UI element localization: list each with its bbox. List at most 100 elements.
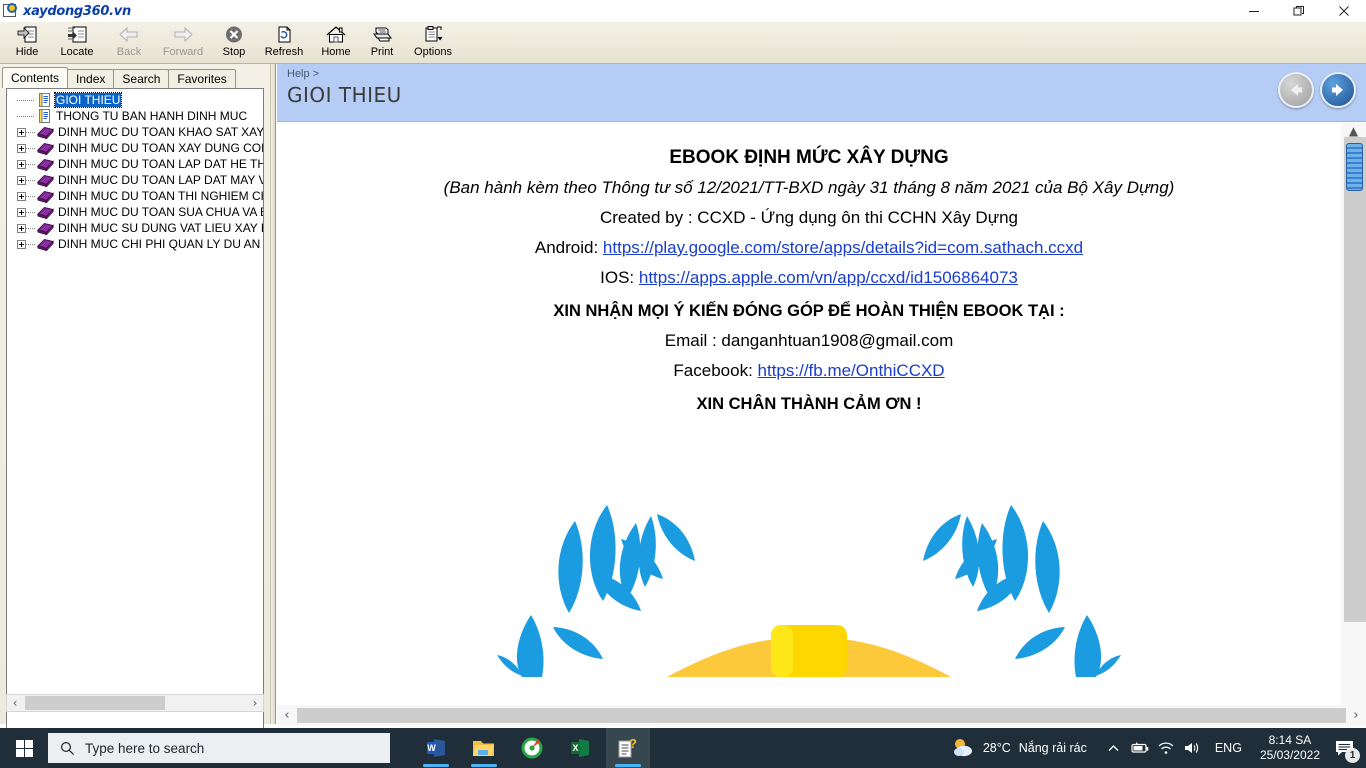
language-indicator[interactable]: ENG	[1205, 741, 1252, 755]
scroll-left-button[interactable]: ‹	[277, 708, 297, 723]
tree-item-label: DINH MUC CHI PHI QUAN LY DU AN VA TU VAN	[58, 237, 263, 251]
created-by-line: Created by : CCXD - Ứng dụng ôn thi CCHN…	[599, 208, 1019, 227]
tree-item-vat-lieu[interactable]: DINH MUC SU DUNG VAT LIEU XAY DUNG	[7, 220, 263, 236]
system-tray: 28°C Nắng rải rác ENG 8:14 SA 25/03/2022…	[951, 728, 1366, 768]
ios-label: IOS:	[600, 268, 639, 287]
tree-item-sua-chua[interactable]: DINH MUC DU TOAN SUA CHUA VA BAO DUONG	[7, 204, 263, 220]
stop-button[interactable]: Stop	[212, 22, 256, 62]
navigation-tabs: Contents Index Search Favorites	[2, 67, 236, 88]
locate-button[interactable]: Locate	[50, 22, 104, 62]
tree-line	[26, 147, 35, 149]
wifi-icon[interactable]	[1153, 728, 1179, 768]
hide-button-label: Hide	[15, 46, 39, 58]
android-store-link[interactable]: https://play.google.com/store/apps/detai…	[603, 238, 1083, 257]
ios-store-link[interactable]: https://apps.apple.com/vn/app/ccxd/id150…	[639, 268, 1018, 287]
forward-arrow-button[interactable]	[1320, 72, 1356, 108]
tree-line	[26, 163, 35, 165]
tree-line	[17, 115, 35, 117]
tree-horizontal-scrollbar[interactable]: ‹ ›	[6, 694, 264, 712]
tree-item-xay-dung-cong-trinh[interactable]: DINH MUC DU TOAN XAY DUNG CONG TRINH	[7, 140, 263, 156]
expand-icon[interactable]	[17, 191, 26, 201]
word-taskbar-icon[interactable]: W	[414, 728, 458, 768]
tree-line	[26, 227, 35, 229]
help-viewer-taskbar-icon[interactable]: ?	[606, 728, 650, 768]
expand-icon[interactable]	[17, 175, 26, 185]
forward-button[interactable]: Forward	[154, 22, 212, 62]
tree-item-thong-tu[interactable]: THONG TU BAN HANH DINH MUC	[7, 108, 263, 124]
arrow-right-icon	[172, 25, 194, 45]
forward-button-label: Forward	[162, 46, 204, 58]
scrollbar-thumb[interactable]	[1346, 143, 1363, 191]
expand-icon[interactable]	[17, 143, 26, 153]
topic-vertical-scrollbar[interactable]: ▲ ▼	[1341, 123, 1366, 724]
book-icon	[37, 141, 54, 156]
contents-tree[interactable]: GIOI THIEU THONG TU BAN HANH DINH MUC DI…	[6, 88, 264, 760]
hide-panel-icon	[16, 25, 38, 45]
expand-icon[interactable]	[17, 223, 26, 233]
ebook-subheading: (Ban hành kèm theo Thông tư số 12/2021/T…	[443, 178, 1175, 197]
tree-item-quan-ly-du-an[interactable]: DINH MUC CHI PHI QUAN LY DU AN VA TU VAN	[7, 236, 263, 252]
help-toolbar: Hide Locate Back Forward Stop Refresh Ho…	[0, 22, 1366, 64]
maximize-button[interactable]	[1276, 0, 1321, 22]
scroll-right-button[interactable]: ›	[1346, 708, 1366, 723]
scrollbar-thumb[interactable]	[25, 696, 165, 710]
tree-item-label: DINH MUC DU TOAN XAY DUNG CONG TRINH	[58, 141, 263, 155]
navigation-pane: Contents Index Search Favorites GIOI THI	[0, 64, 270, 760]
expand-icon[interactable]	[17, 207, 26, 217]
running-indicator	[471, 764, 497, 767]
expand-icon[interactable]	[17, 159, 26, 169]
tree-item-gioi-thieu[interactable]: GIOI THIEU	[7, 92, 263, 108]
pane-splitter[interactable]	[270, 64, 276, 724]
hide-button[interactable]: Hide	[4, 22, 50, 62]
tree-item-label: THONG TU BAN HANH DINH MUC	[56, 109, 248, 123]
partly-cloudy-icon	[953, 739, 972, 757]
expand-icon[interactable]	[17, 127, 26, 137]
volume-icon[interactable]	[1179, 728, 1205, 768]
windows-logo-icon	[15, 739, 33, 757]
tab-favorites[interactable]: Favorites	[168, 69, 236, 88]
tree-item-label: DINH MUC SU DUNG VAT LIEU XAY DUNG	[58, 221, 263, 235]
tree-item-thi-nghiem[interactable]: DINH MUC DU TOAN THI NGHIEM CHUYEN NGANH	[7, 188, 263, 204]
taskbar-search-box[interactable]: Type here to search	[48, 733, 390, 763]
tree-item-label: DINH MUC DU TOAN KHAO SAT XAY DUNG	[58, 125, 264, 139]
disc-app-taskbar-icon[interactable]	[510, 728, 554, 768]
home-button[interactable]: Home	[312, 22, 360, 62]
tab-contents-label: Contents	[11, 71, 60, 85]
refresh-button[interactable]: Refresh	[256, 22, 312, 62]
tab-index[interactable]: Index	[67, 69, 115, 88]
facebook-link[interactable]: https://fb.me/OnthiCCXD	[758, 361, 945, 380]
battery-icon[interactable]	[1127, 728, 1153, 768]
excel-taskbar-icon[interactable]: X	[558, 728, 602, 768]
scrollbar-thumb[interactable]	[297, 708, 1346, 723]
tab-search-label: Search	[122, 72, 161, 86]
scroll-left-button[interactable]: ‹	[7, 695, 23, 711]
expand-icon[interactable]	[17, 239, 26, 249]
tab-search[interactable]: Search	[113, 69, 170, 88]
topic-horizontal-scrollbar[interactable]: ‹ ›	[277, 705, 1366, 726]
clock-time: 8:14 SA	[1268, 733, 1312, 747]
book-icon	[37, 125, 54, 140]
scroll-right-button[interactable]: ›	[247, 695, 263, 711]
topic-header: Help > GIOI THIEU	[277, 64, 1366, 122]
locate-icon	[66, 25, 88, 45]
clock-date: 25/03/2022	[1259, 748, 1320, 762]
notification-center-button[interactable]: 1	[1328, 728, 1362, 768]
back-arrow-button[interactable]	[1278, 72, 1314, 108]
print-button[interactable]: Print	[360, 22, 404, 62]
tree-line	[26, 131, 35, 133]
android-label: Android:	[534, 238, 603, 257]
clock[interactable]: 8:14 SA 25/03/2022	[1252, 733, 1328, 763]
show-hidden-icons-button[interactable]	[1101, 728, 1127, 768]
tree-item-khao-sat[interactable]: DINH MUC DU TOAN KHAO SAT XAY DUNG	[7, 124, 263, 140]
tree-item-he-thong-ky-thuat[interactable]: DINH MUC DU TOAN LAP DAT HE THONG KY THU…	[7, 156, 263, 172]
close-button[interactable]	[1321, 0, 1366, 22]
options-button[interactable]: Options	[404, 22, 462, 62]
tree-item-may-va-thiet-bi[interactable]: DINH MUC DU TOAN LAP DAT MAY VA THIET BI	[7, 172, 263, 188]
back-button[interactable]: Back	[104, 22, 154, 62]
scrollbar-track[interactable]	[1344, 137, 1366, 622]
file-explorer-taskbar-icon[interactable]	[462, 728, 506, 768]
weather-widget[interactable]: 28°C Nắng rải rác	[951, 736, 1087, 760]
tab-contents[interactable]: Contents	[2, 67, 69, 88]
minimize-button[interactable]	[1231, 0, 1276, 22]
start-button[interactable]	[0, 728, 48, 768]
